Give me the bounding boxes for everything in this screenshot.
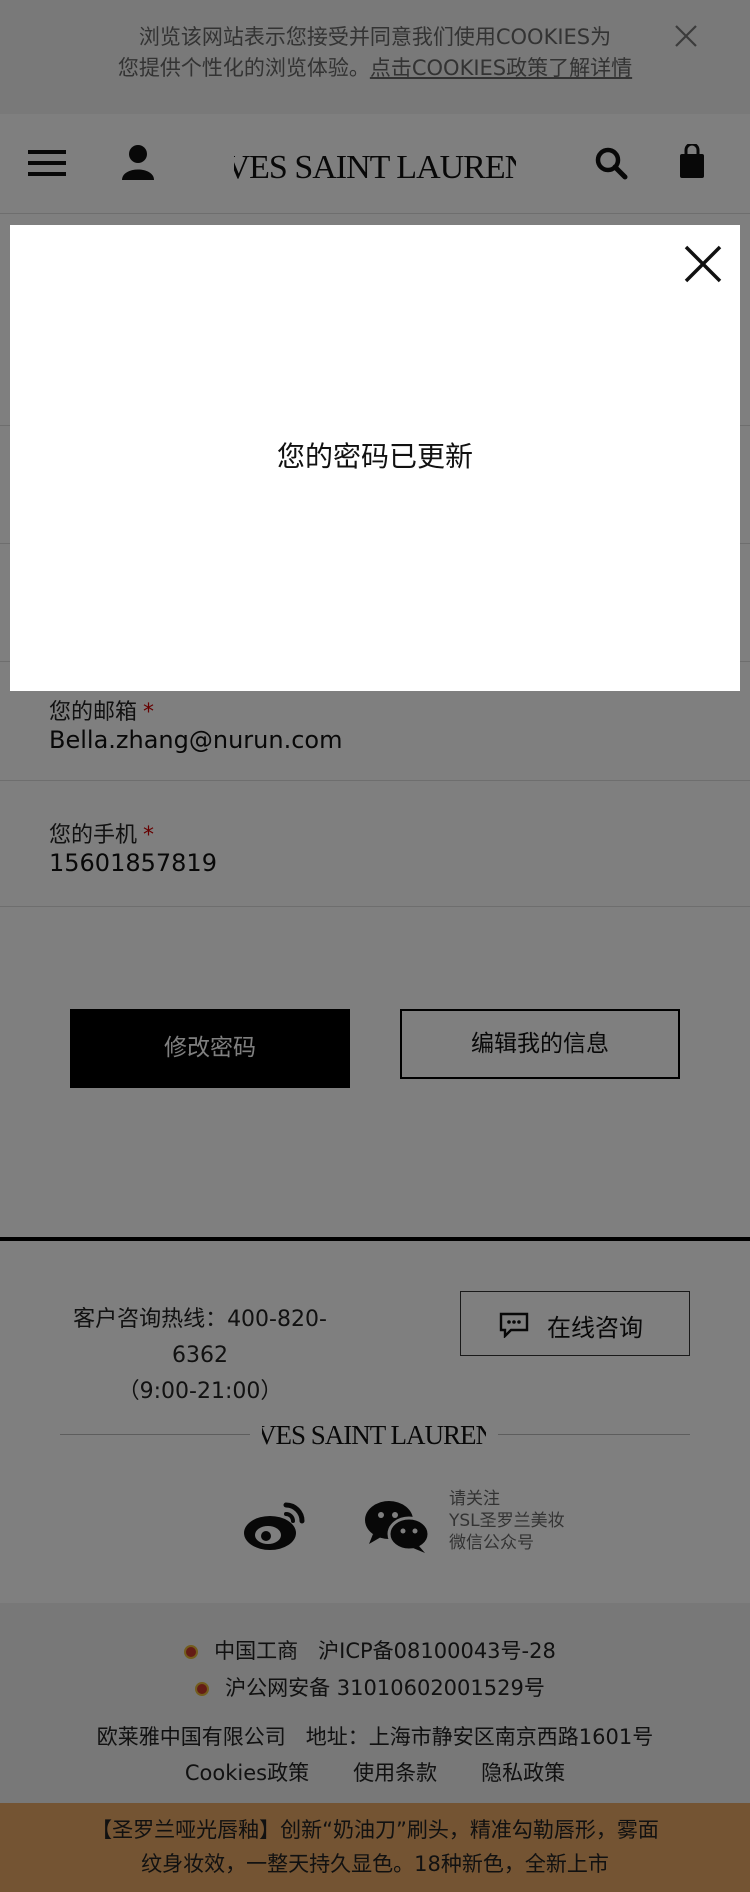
close-icon[interactable] (683, 244, 723, 284)
modal-message: 您的密码已更新 (276, 440, 473, 473)
password-updated-modal: 您的密码已更新 (10, 225, 740, 691)
